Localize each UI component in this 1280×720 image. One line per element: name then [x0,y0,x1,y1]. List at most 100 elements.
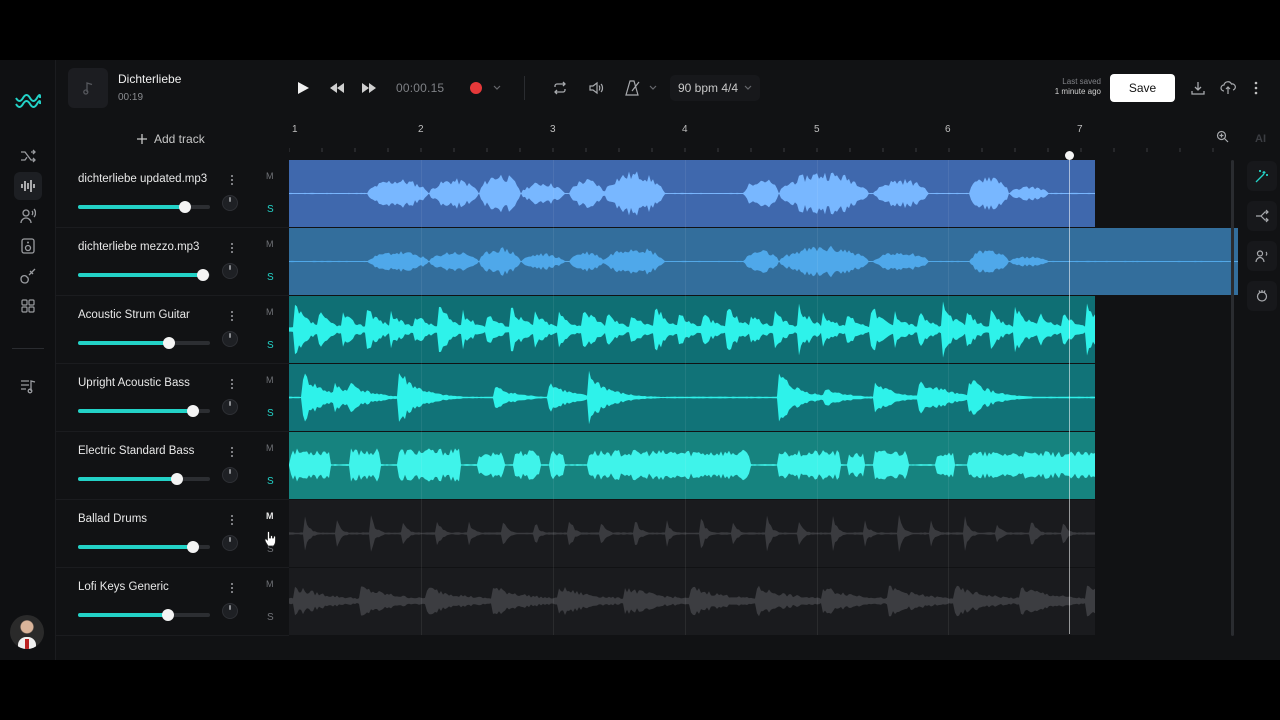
tempo-value: 90 bpm 4/4 [678,81,739,95]
volume-icon[interactable] [589,78,605,98]
track-header-acoustic-strum-guitar: Acoustic Strum Guitar M S [56,296,289,364]
last-saved-value: 1 minute ago [1054,87,1101,96]
download-icon[interactable] [1191,78,1205,98]
share-icon[interactable] [1220,78,1236,98]
playhead-handle[interactable] [1065,151,1074,160]
track-name[interactable]: dichterliebe updated.mp3 [78,173,207,185]
voice-icon[interactable] [14,202,42,230]
mastering-icon[interactable] [1247,281,1277,311]
magic-icon[interactable] [1247,161,1277,191]
volume-slider[interactable] [78,541,210,553]
ruler-mark: 2 [418,124,424,135]
ruler-mark: 3 [550,124,556,135]
track-menu-icon[interactable] [230,242,234,254]
clip-dichterliebe-mezzo[interactable] [289,228,1238,295]
track-name[interactable]: Lofi Keys Generic [78,581,169,593]
track-name[interactable]: Ballad Drums [78,513,147,525]
plus-icon [137,134,147,144]
grid-icon[interactable] [14,292,42,320]
volume-slider[interactable] [78,201,210,213]
shuffle-icon[interactable] [14,142,42,170]
save-button[interactable]: Save [1110,74,1175,102]
mute-button[interactable]: M [266,579,274,589]
clip-ballad-drums[interactable] [289,500,1095,567]
track-menu-icon[interactable] [230,582,234,594]
playhead[interactable] [1069,156,1070,634]
bar-gridline [685,160,686,635]
waves-logo-icon[interactable] [14,88,42,116]
track-name[interactable]: Electric Standard Bass [78,445,194,457]
mute-button[interactable]: M [266,239,274,249]
track-menu-icon[interactable] [230,174,234,186]
speaker-icon[interactable] [14,232,42,260]
add-track-label: Add track [154,132,205,146]
more-options-icon[interactable] [1254,78,1258,98]
solo-button[interactable]: S [267,204,274,215]
project-duration: 00:19 [118,92,144,103]
track-menu-icon[interactable] [230,446,234,458]
pan-knob[interactable] [222,263,238,279]
voice-icon[interactable] [1247,241,1277,271]
volume-slider[interactable] [78,405,210,417]
volume-slider[interactable] [78,609,210,621]
clip-lofi-keys-generic[interactable] [289,568,1095,635]
pan-knob[interactable] [222,399,238,415]
volume-slider[interactable] [78,269,210,281]
solo-button[interactable]: S [267,340,274,351]
music-list-icon[interactable] [14,372,42,400]
guitar-icon[interactable] [14,262,42,290]
track-menu-icon[interactable] [230,514,234,526]
zoom-icon[interactable] [1216,126,1229,146]
avatar[interactable] [10,615,44,649]
pan-knob[interactable] [222,331,238,347]
solo-button[interactable]: S [267,612,274,623]
record-icon[interactable] [469,78,483,98]
volume-slider[interactable] [78,473,210,485]
chevron-down-icon[interactable] [493,78,501,98]
clip-upright-acoustic-bass[interactable] [289,364,1095,431]
pan-knob[interactable] [222,195,238,211]
timecode-display: 00:00.15 [396,81,445,95]
tempo-selector[interactable]: 90 bpm 4/4 [670,75,761,101]
solo-button[interactable]: S [267,476,274,487]
bar-gridline [948,160,949,635]
chevron-down-icon [744,85,752,90]
clip-acoustic-strum-guitar[interactable] [289,296,1095,363]
ai-panel-label: AI [1255,133,1266,145]
project-title: Dichterliebe [118,72,182,86]
mute-button[interactable]: M [266,307,274,317]
track-menu-icon[interactable] [230,310,234,322]
mute-button[interactable]: M [266,511,274,521]
track-menu-icon[interactable] [230,378,234,390]
waveform-icon[interactable] [14,172,42,200]
vertical-scrollbar[interactable] [1231,160,1234,636]
pan-knob[interactable] [222,535,238,551]
add-track-button[interactable]: Add track [136,132,205,146]
track-header-upright-acoustic-bass: Upright Acoustic Bass M S [56,364,289,432]
clip-electric-standard-bass[interactable] [289,432,1095,499]
split-icon[interactable] [1247,201,1277,231]
chevron-down-icon[interactable] [649,78,657,98]
clip-dichterliebe-updated[interactable] [289,160,1095,227]
track-name[interactable]: dichterliebe mezzo.mp3 [78,241,199,253]
fast-forward-icon[interactable] [361,78,377,98]
metronome-icon[interactable] [625,78,641,98]
ruler-mark: 5 [814,124,820,135]
mute-button[interactable]: M [266,443,274,453]
ruler-mark: 6 [945,124,951,135]
track-name[interactable]: Upright Acoustic Bass [78,377,190,389]
play-icon[interactable] [296,78,310,98]
solo-button[interactable]: S [267,408,274,419]
loop-icon[interactable] [552,78,568,98]
mute-button[interactable]: M [266,171,274,181]
rail-divider [12,348,44,349]
solo-button[interactable]: S [267,272,274,283]
mute-button[interactable]: M [266,375,274,385]
volume-slider[interactable] [78,337,210,349]
pan-knob[interactable] [222,467,238,483]
rewind-icon[interactable] [329,78,345,98]
track-name[interactable]: Acoustic Strum Guitar [78,309,190,321]
ruler-ticks [289,148,1214,152]
pan-knob[interactable] [222,603,238,619]
project-thumbnail[interactable] [68,68,108,108]
